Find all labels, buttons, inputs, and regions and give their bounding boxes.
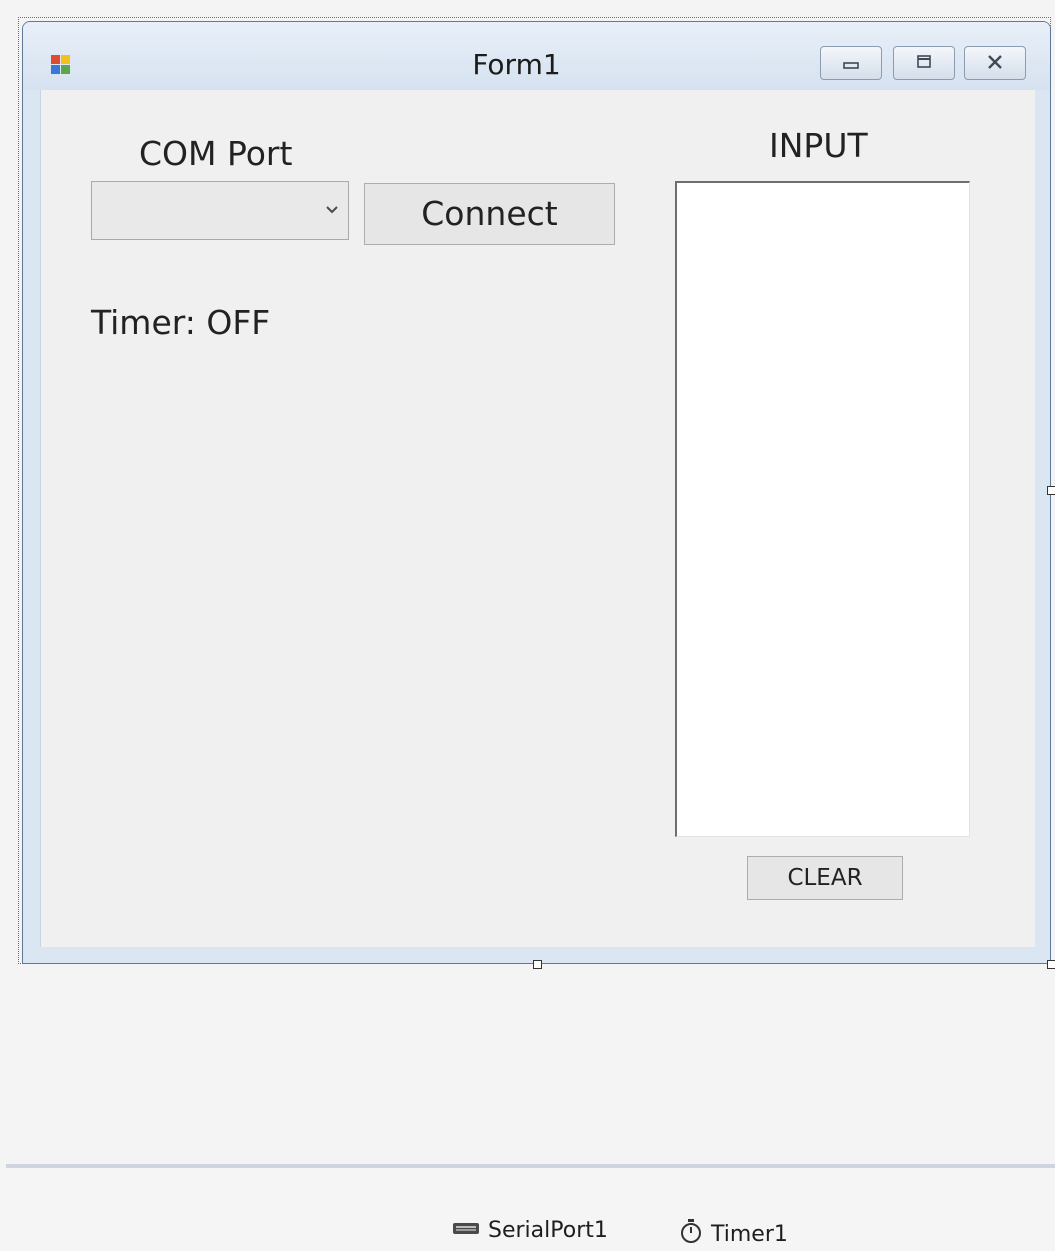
maximize-button[interactable]	[893, 46, 955, 80]
form-window[interactable]: Form1 COM Port Connect Timer: OFF INPUT …	[22, 21, 1051, 964]
chevron-down-icon	[326, 206, 338, 214]
tray-item-label: SerialPort1	[488, 1218, 608, 1243]
minimize-icon	[843, 62, 859, 69]
resize-handle-corner[interactable]	[1047, 960, 1055, 969]
client-area: COM Port Connect Timer: OFF INPUT CLEAR	[40, 90, 1035, 947]
clear-button[interactable]: CLEAR	[747, 856, 903, 900]
connect-button[interactable]: Connect	[364, 183, 615, 245]
input-textbox[interactable]	[675, 181, 970, 837]
tray-item-label: Timer1	[711, 1221, 788, 1247]
input-label: INPUT	[769, 126, 868, 165]
resize-handle-right[interactable]	[1047, 486, 1055, 495]
com-port-label: COM Port	[139, 134, 293, 173]
timer-status-label: Timer: OFF	[91, 303, 271, 342]
stopwatch-icon	[679, 1218, 703, 1250]
serial-port-icon	[452, 1218, 480, 1243]
component-tray: SerialPort1 Timer1	[0, 1168, 1055, 1251]
com-port-combobox[interactable]	[91, 181, 349, 240]
maximize-icon	[917, 55, 931, 68]
close-icon	[988, 55, 1002, 69]
designer-surface: Form1 COM Port Connect Timer: OFF INPUT …	[0, 0, 1055, 1165]
resize-handle-bottom[interactable]	[533, 960, 542, 969]
tray-item-timer1[interactable]: Timer1	[679, 1218, 788, 1250]
close-button[interactable]	[964, 46, 1026, 80]
title-bar[interactable]: Form1	[23, 22, 1050, 90]
tray-item-serialport1[interactable]: SerialPort1	[452, 1218, 608, 1243]
minimize-button[interactable]	[820, 46, 882, 80]
